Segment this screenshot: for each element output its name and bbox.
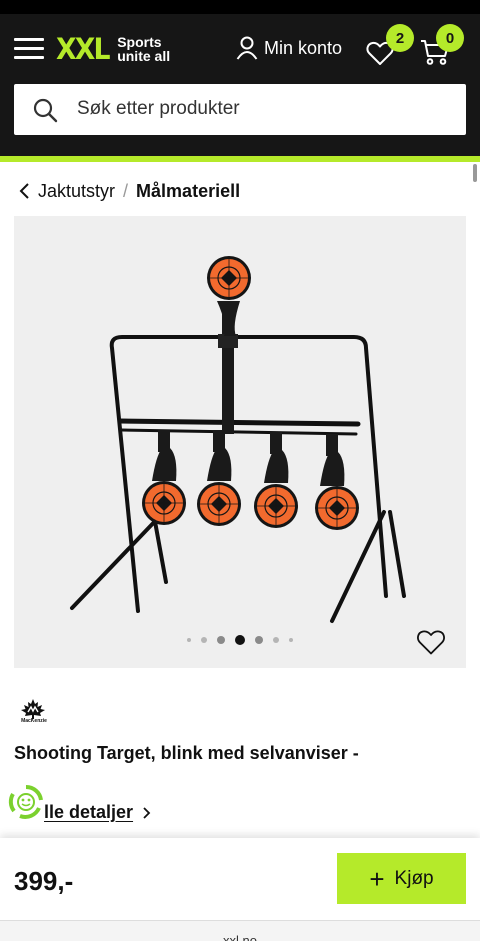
purchase-bar: 399,- + Kjøp (0, 838, 480, 920)
gallery-dot[interactable] (273, 637, 279, 643)
breadcrumb-parent-link[interactable]: Jaktutstyr (38, 181, 115, 202)
gallery-dot[interactable] (201, 637, 207, 643)
product-image-gallery[interactable] (14, 216, 466, 668)
target-faces (142, 256, 359, 530)
cart-count-badge: 0 (436, 24, 464, 52)
logo-tagline-line1: Sports (117, 34, 162, 50)
account-label: Min konto (264, 37, 343, 58)
brand-name: MacKenzie (21, 718, 47, 724)
search-input[interactable]: Søk etter produkter (77, 98, 240, 120)
menu-icon-bar (14, 38, 44, 41)
gallery-dot[interactable] (289, 638, 293, 642)
search-bar[interactable]: Søk etter produkter (14, 84, 466, 135)
buy-button-label: Kjøp (394, 867, 434, 889)
breadcrumb: Jaktutstyr / Målmateriell (18, 178, 240, 204)
logo-tagline-line2: unite all (117, 48, 171, 64)
search-icon (33, 98, 58, 123)
status-bar (0, 0, 480, 14)
gallery-dot[interactable] (255, 636, 263, 644)
logo-tagline: Sports unite all (117, 35, 170, 63)
gallery-pagination (14, 633, 466, 647)
all-details-label: lle detaljer (44, 802, 134, 822)
user-icon (236, 36, 258, 60)
chevron-right-icon (143, 806, 151, 819)
wishlist-count-badge: 2 (386, 24, 414, 52)
chat-widget-icon[interactable] (8, 784, 44, 820)
browser-url-bar[interactable]: xxl.no (0, 920, 480, 941)
chevron-left-icon[interactable] (18, 181, 32, 201)
buy-button[interactable]: + Kjøp (337, 853, 466, 904)
breadcrumb-separator: / (123, 180, 129, 201)
scrollbar-thumb[interactable] (473, 164, 477, 182)
product-price: 399,- (14, 866, 74, 896)
add-to-favorites-heart-icon[interactable] (416, 628, 446, 656)
browser-url: xxl.no (223, 933, 257, 941)
plus-icon: + (369, 863, 385, 894)
logo-wordmark: XXL (56, 32, 110, 66)
gallery-dot-active[interactable] (235, 635, 245, 645)
xxl-logo[interactable]: XXL Sports unite all (56, 32, 170, 66)
header-accent-line (0, 156, 480, 162)
menu-icon-bar (14, 47, 44, 50)
menu-button[interactable] (14, 38, 44, 60)
product-title: Shooting Target, blink med selvanviser - (14, 743, 359, 763)
menu-icon-bar (14, 56, 44, 59)
breadcrumb-current: Målmateriell (136, 180, 241, 201)
gallery-dot[interactable] (187, 638, 191, 642)
product-image (70, 256, 406, 623)
account-button[interactable]: Min konto (236, 36, 342, 60)
gallery-dot[interactable] (217, 636, 225, 644)
